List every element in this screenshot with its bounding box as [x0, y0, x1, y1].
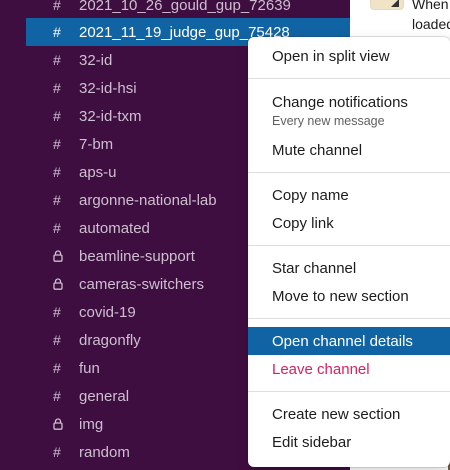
channel-name: 7-bm: [79, 135, 114, 153]
menu-item-open-split-view[interactable]: Open in split view: [248, 42, 450, 70]
menu-item-copy-link[interactable]: Copy link: [248, 209, 450, 237]
avatar-corner-icon: [391, 0, 399, 7]
lock-icon: [53, 250, 79, 262]
channel-name: cameras-switchers: [79, 275, 205, 293]
menu-divider: [248, 391, 450, 392]
message-preview: When loaded: [412, 0, 450, 34]
channel-name: beamline-support: [79, 247, 195, 265]
channel-name: fun: [79, 359, 100, 377]
channel-name: aps-u: [79, 163, 117, 181]
hash-icon: #: [53, 360, 61, 376]
channel-name: automated: [79, 219, 150, 237]
channel-name: general: [79, 387, 130, 405]
channel-name: covid-19: [79, 303, 136, 321]
channel-item[interactable]: # 2021_10_26_gould_gup_72639: [26, 0, 350, 19]
menu-divider: [248, 318, 450, 319]
message-line: When: [412, 0, 449, 12]
hash-icon: #: [53, 108, 61, 124]
channel-name: random: [79, 443, 130, 461]
hash-icon: #: [53, 136, 61, 152]
message-line: loaded: [412, 16, 450, 32]
menu-item-copy-name[interactable]: Copy name: [248, 181, 450, 209]
message-avatar: [370, 0, 404, 10]
menu-item-edit-sidebar[interactable]: Edit sidebar: [248, 428, 450, 456]
menu-item-move-to-new-section[interactable]: Move to new section: [248, 282, 450, 310]
channel-name: 32-id: [79, 51, 113, 69]
menu-item-change-notifications[interactable]: Change notifications: [248, 88, 450, 116]
hash-icon: #: [53, 388, 61, 404]
menu-item-create-new-section[interactable]: Create new section: [248, 400, 450, 428]
hash-icon: #: [53, 80, 61, 96]
channel-name: 2021_10_26_gould_gup_72639: [79, 0, 291, 14]
menu-item-mute-channel[interactable]: Mute channel: [248, 136, 450, 164]
channel-context-menu: Open in split view Change notifications …: [248, 37, 450, 467]
menu-item-open-channel-details[interactable]: Open channel details: [248, 327, 450, 355]
lock-icon: [53, 278, 79, 290]
menu-divider: [248, 245, 450, 246]
hash-icon: #: [53, 0, 61, 13]
menu-item-notifications-value: Every new message: [272, 114, 385, 128]
channel-name: img: [79, 415, 104, 433]
hash-icon: #: [53, 24, 61, 40]
menu-item-leave-channel[interactable]: Leave channel: [248, 355, 450, 383]
channel-name: argonne-national-lab: [79, 191, 217, 209]
channel-name: 32-id-txm: [79, 107, 142, 125]
channel-name: dragonfly: [79, 331, 141, 349]
hash-icon: #: [53, 192, 61, 208]
hash-icon: #: [53, 304, 61, 320]
channel-name: 32-id-hsi: [79, 79, 137, 97]
hash-icon: #: [53, 164, 61, 180]
hash-icon: #: [53, 220, 61, 236]
hash-icon: #: [53, 332, 61, 348]
lock-icon: [53, 418, 79, 430]
hash-icon: #: [53, 444, 61, 460]
menu-divider: [248, 78, 450, 79]
menu-divider: [248, 172, 450, 173]
hash-icon: #: [53, 52, 61, 68]
menu-item-star-channel[interactable]: Star channel: [248, 254, 450, 282]
